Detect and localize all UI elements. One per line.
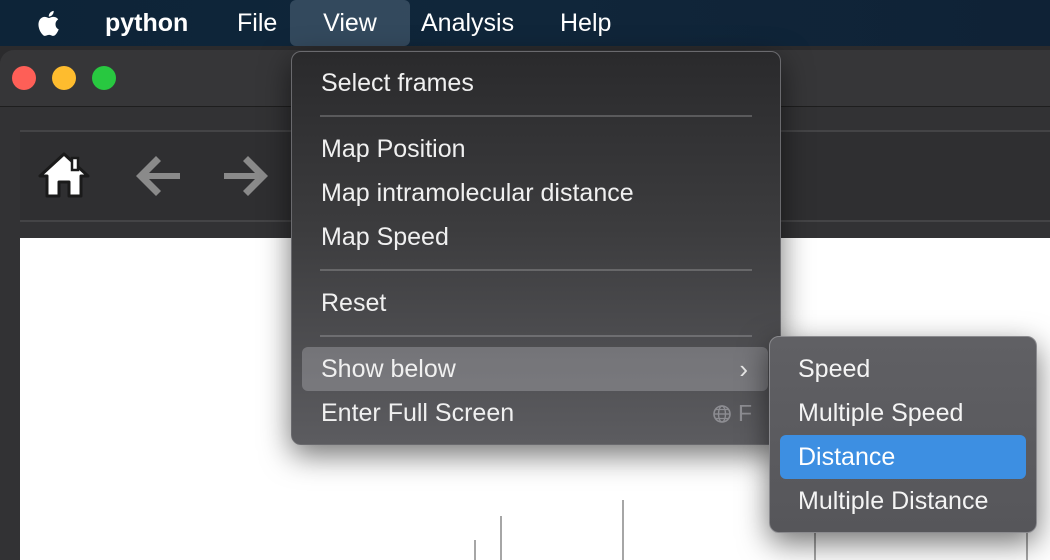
menu-item-enter-full-screen[interactable]: Enter Full Screen F	[302, 391, 768, 435]
menu-bar: python File View Analysis Help	[0, 0, 1050, 46]
menu-app-name[interactable]: python	[105, 0, 188, 46]
close-window-button[interactable]	[12, 66, 36, 90]
menu-item-enter-full-screen-label: Enter Full Screen	[321, 399, 515, 427]
back-arrow-icon[interactable]	[130, 150, 186, 202]
globe-icon	[712, 394, 732, 438]
apple-logo-icon[interactable]	[36, 8, 66, 38]
plot-line	[1026, 532, 1028, 560]
submenu-item-multiple-distance[interactable]: Multiple Distance	[780, 479, 1026, 523]
menu-item-select-frames[interactable]: Select frames	[302, 61, 768, 105]
menu-item-reset[interactable]: Reset	[302, 281, 768, 325]
menu-help[interactable]: Help	[560, 0, 611, 46]
menu-item-show-below[interactable]: Show below ›	[302, 347, 768, 391]
menu-file[interactable]: File	[237, 0, 277, 46]
menu-analysis[interactable]: Analysis	[421, 0, 514, 46]
menu-item-map-position[interactable]: Map Position	[302, 127, 768, 171]
plot-line	[500, 516, 502, 560]
menu-item-map-speed[interactable]: Map Speed	[302, 215, 768, 259]
chevron-right-icon: ›	[739, 354, 748, 384]
plot-line	[814, 532, 816, 560]
forward-arrow-icon[interactable]	[218, 150, 274, 202]
menu-separator	[320, 115, 752, 117]
show-below-submenu: Speed Multiple Speed Distance Multiple D…	[769, 336, 1037, 533]
submenu-item-multiple-speed[interactable]: Multiple Speed	[780, 391, 1026, 435]
home-icon[interactable]	[36, 150, 92, 202]
menu-view[interactable]: View	[290, 0, 410, 46]
plot-line	[474, 540, 476, 560]
menu-separator	[320, 335, 752, 337]
menu-item-map-intramolecular-distance[interactable]: Map intramolecular distance	[302, 171, 768, 215]
view-menu: Select frames Map Position Map intramole…	[291, 51, 781, 445]
submenu-item-distance[interactable]: Distance	[780, 435, 1026, 479]
minimize-window-button[interactable]	[52, 66, 76, 90]
plot-line	[622, 500, 624, 560]
submenu-item-speed[interactable]: Speed	[780, 347, 1026, 391]
zoom-window-button[interactable]	[92, 66, 116, 90]
menu-separator	[320, 269, 752, 271]
shortcut-key: F	[737, 400, 752, 426]
menu-item-show-below-label: Show below	[321, 355, 456, 383]
shortcut-hint: F	[712, 391, 752, 438]
